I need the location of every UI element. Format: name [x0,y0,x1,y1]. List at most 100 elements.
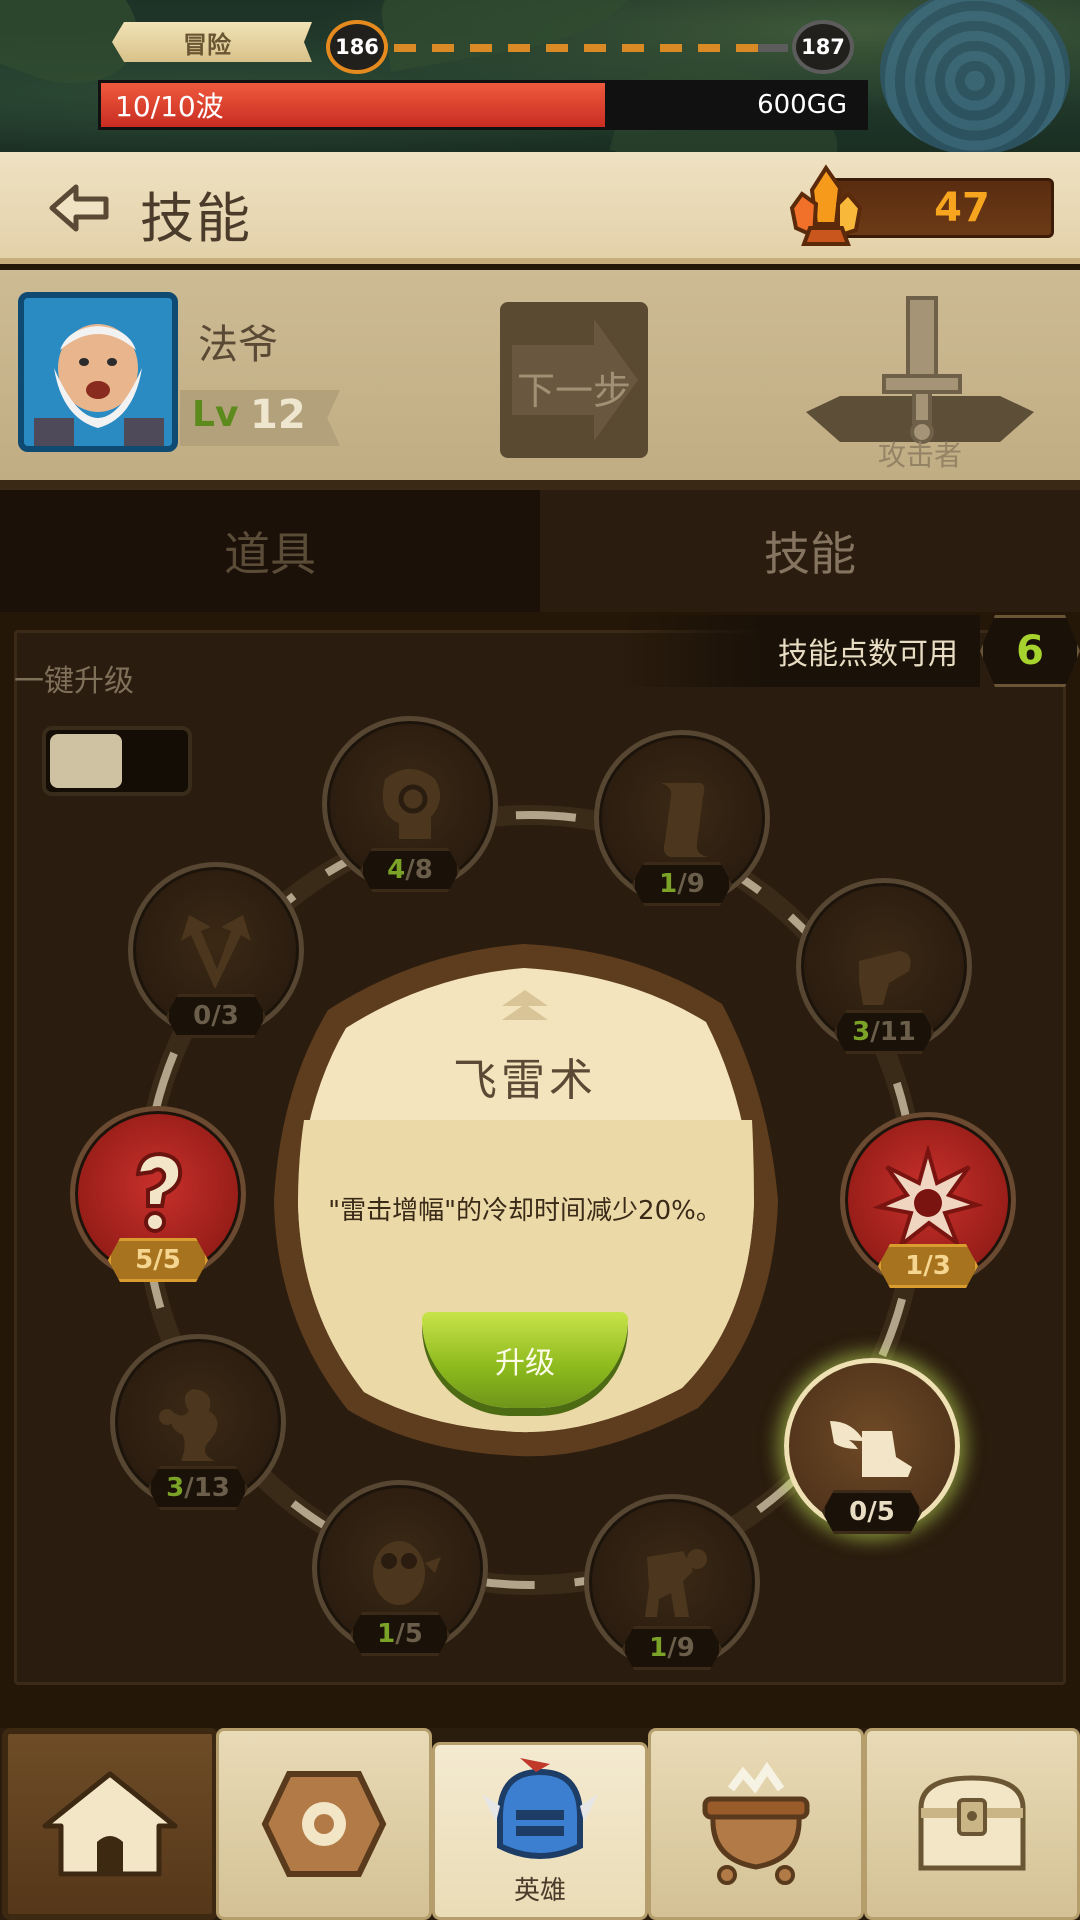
next-level-node: 187 [792,20,854,74]
golem-icon [645,1549,707,1617]
skill-level-badge: 3/11 [834,1010,934,1054]
hero-portrait[interactable] [18,292,178,452]
skill-max-level: 3 [220,1001,239,1031]
skill-level-badge: 1/3 [878,1244,978,1288]
skill-current-level: 3 [166,1473,185,1503]
nav-treasure[interactable] [864,1728,1080,1920]
wave-text: 10/10波 [115,90,224,123]
skill-current-level: 4 [387,855,406,885]
adventure-label: 冒险 [183,30,231,59]
skill-current-level: 0 [849,1497,868,1527]
tree-stump-decoration [880,0,1070,155]
bottom-navigation: 英雄 [0,1728,1080,1920]
skill-current-level: 1 [377,1619,396,1649]
nav-cauldron[interactable] [648,1728,864,1920]
explosion-icon [873,1145,983,1251]
next-step-button[interactable]: 下一步 [500,302,648,458]
hero-level-plate: Lv 12 [180,390,340,446]
crystal-icon [789,164,863,246]
skill-max-level: 5 [876,1497,895,1527]
skill-max-level: 9 [686,869,705,899]
skill-max-level: 9 [676,1633,695,1663]
skill-current-level: 1 [659,869,678,899]
foliage-decoration [372,0,648,72]
mystery-rune-icon [135,1151,183,1233]
split-arrows-icon [181,915,251,989]
skill-node-mystery-rune[interactable]: 5/5 [70,1106,246,1282]
gold-text: 600GG [757,90,847,120]
nav-hero[interactable]: 英雄 [432,1742,648,1920]
skill-max-level: 5 [404,1619,423,1649]
skill-node-explosion[interactable]: 1/3 [840,1112,1016,1288]
skill-max-level: 3 [932,1251,951,1281]
page-header: 技能 47 [0,152,1080,264]
skill-max-level: 8 [414,855,433,885]
hero-info-bar: 法爷 Lv 12 下一步 攻击者 [0,270,1080,490]
skill-level-badge: 1/9 [632,862,732,906]
adventure-tag[interactable]: 冒险 [112,22,312,62]
skill-level-badge: 0/3 [166,994,266,1038]
tab-items[interactable]: 道具 [0,490,540,612]
toggle-knob [50,734,122,788]
skill-level-badge: 3/13 [148,1466,248,1510]
skill-points-value: 6 [980,615,1080,687]
crystal-counter[interactable]: 47 [789,164,1054,246]
owl-icon [373,1541,441,1605]
skill-level-badge: 0/5 [822,1490,922,1534]
knight-helmet-icon [482,1758,598,1859]
skill-node-scroll[interactable]: 1/9 [594,730,770,906]
adventure-strip: 冒险 186 187 10/10波 600GG [0,0,1080,155]
skill-title: 飞雷术 [453,1055,597,1106]
next-step-label: 下一步 [516,369,631,413]
skill-max-level: 11 [879,1017,916,1047]
hero-name: 法爷 [198,322,278,368]
page-title: 技能 [140,187,252,250]
skill-current-level: 5 [135,1245,154,1275]
treasure-chest-icon [918,1775,1026,1871]
skill-level-badge: 5/5 [108,1238,208,1282]
wave-progress-bar: 10/10波 600GG [98,80,868,130]
camp-tent-icon [42,1771,178,1877]
skill-current-level: 3 [852,1017,871,1047]
skill-detail-popup: 飞雷术 "雷击增幅"的冷却时间减少20%。 升级 [268,940,782,1460]
level-progress-track [394,44,788,52]
skill-node-golem[interactable]: 1/9 [584,1494,760,1670]
skill-current-level: 1 [649,1633,668,1663]
skill-node-shout[interactable]: 4/8 [322,716,498,892]
rune-stone-icon [261,1771,387,1877]
hero-role: 攻击者 [877,439,962,472]
old-wizard-avatar [24,298,172,446]
scroll-icon [661,783,709,857]
auto-upgrade-toggle[interactable] [42,726,192,796]
tab-skills[interactable]: 技能 [540,490,1080,612]
skill-max-level: 13 [193,1473,230,1503]
back-button[interactable] [44,180,114,236]
skill-level-badge: 1/9 [622,1626,722,1670]
level-prefix: Lv [192,394,239,435]
nav-hero-label: 英雄 [513,1876,566,1906]
skill-description: "雷击增幅"的冷却时间减少20%。 [328,1196,722,1226]
skill-node-fist[interactable]: 3/11 [796,878,972,1054]
genie-icon [159,1389,218,1461]
skill-level-badge: 1/5 [350,1612,450,1656]
hero-level: 12 [250,392,306,438]
nav-runes[interactable] [216,1728,432,1920]
current-level-node: 186 [326,20,388,74]
nav-camp[interactable] [2,1728,218,1920]
skill-current-level: 1 [905,1251,924,1281]
skill-node-winged-boot[interactable]: 0/5 [784,1358,960,1534]
tab-bar: 道具 技能 [0,490,1080,612]
upgrade-label: 升级 [495,1346,555,1381]
shout-icon [382,769,441,839]
skill-max-level: 5 [162,1245,181,1275]
auto-upgrade-label: 一键升级 [14,664,134,699]
skill-points-label: 技能点数可用 [620,615,980,687]
hero-role-badge: 攻击者 [800,292,1040,482]
skill-level-badge: 4/8 [360,848,460,892]
cauldron-icon [702,1761,810,1885]
skill-current-level: 0 [193,1001,212,1031]
skill-node-genie[interactable]: 3/13 [110,1334,286,1510]
skill-points-indicator: 技能点数可用 6 [620,615,1080,687]
fist-icon [859,951,911,1005]
skill-node-owl[interactable]: 1/5 [312,1480,488,1656]
